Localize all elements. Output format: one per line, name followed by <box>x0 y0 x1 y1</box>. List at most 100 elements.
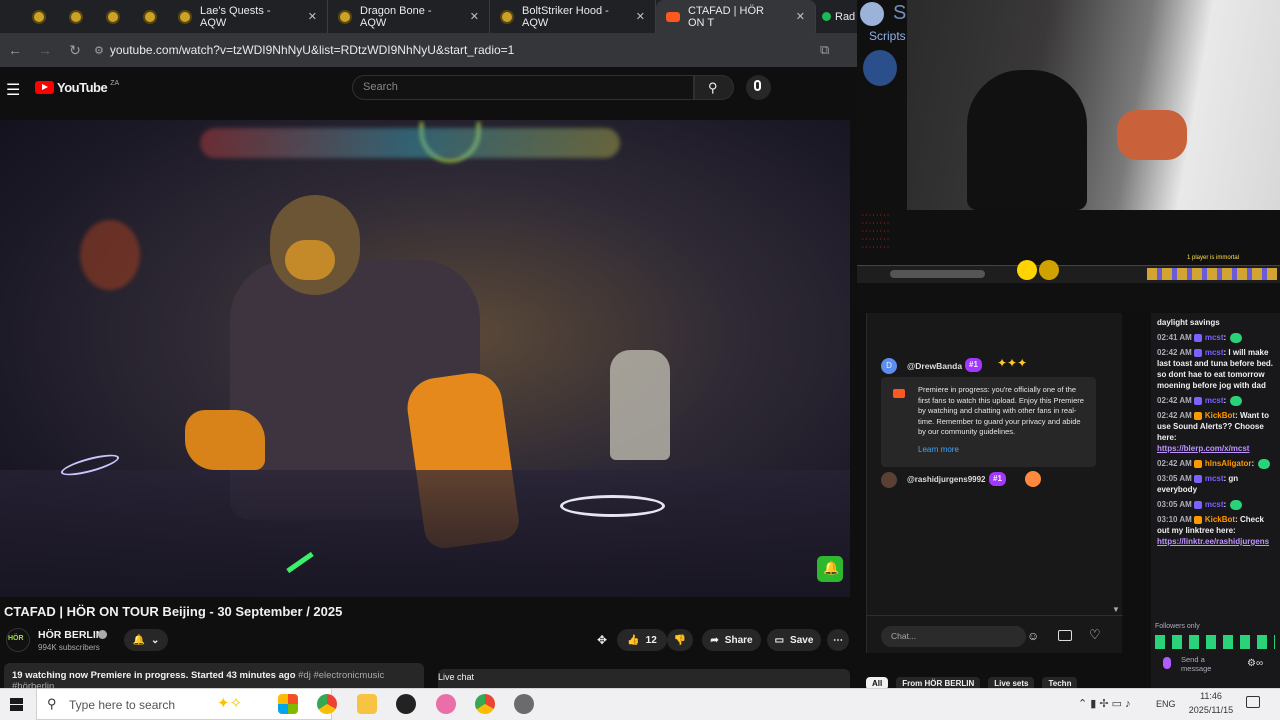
verified-icon <box>98 630 107 639</box>
clock-date[interactable]: 2025/11/15 <box>1186 705 1236 715</box>
extension-icon[interactable]: ✥ <box>597 633 607 647</box>
obs-icon[interactable] <box>396 694 416 714</box>
url-field[interactable]: youtube.com/watch?v=tzWDI9NhNyU&list=RDt… <box>110 43 514 57</box>
copilot-icon[interactable] <box>278 694 298 714</box>
scripts-tab[interactable]: Scripts <box>869 29 906 43</box>
chat-username[interactable]: @DrewBanda <box>907 361 962 371</box>
more-actions-button[interactable]: ⋯ <box>827 629 849 651</box>
learn-more-link[interactable]: Learn more <box>918 445 1088 454</box>
pinned-tab-3[interactable] <box>94 0 131 33</box>
game-menu-icons[interactable] <box>1147 268 1277 280</box>
message-username[interactable]: mcst <box>1205 348 1224 357</box>
pinned-tab-4[interactable] <box>131 0 168 33</box>
chrome-icon[interactable] <box>317 694 337 714</box>
site-info-icon[interactable]: ⚙ <box>94 44 104 57</box>
search-icon: ⚲ <box>708 80 718 95</box>
app-icon[interactable] <box>514 694 534 714</box>
message-link[interactable]: https://blerp.com/x/mcst <box>1157 443 1276 454</box>
message-time: 02:42 AM <box>1157 396 1192 405</box>
subscriber-count: 994K subscribers <box>38 643 100 652</box>
search-input[interactable]: Search <box>352 75 694 100</box>
chat-message: 03:05 AM mcst: <box>1157 499 1276 510</box>
close-tab-icon[interactable]: ✕ <box>796 10 805 23</box>
emoji-picker-icon[interactable]: ☺ <box>1027 629 1039 643</box>
message-username[interactable]: mcst <box>1205 396 1224 405</box>
message-username[interactable]: mcst <box>1205 333 1224 342</box>
back-arrow-icon[interactable]: ← <box>0 42 30 58</box>
aqw-coin-icon <box>105 9 120 24</box>
tab-boltstriker-hood[interactable]: BoltStriker Hood - AQW ✕ <box>490 0 656 33</box>
file-explorer-icon[interactable] <box>357 694 377 714</box>
skill-slot[interactable] <box>1039 260 1059 280</box>
reload-icon[interactable]: ↻ <box>60 42 90 59</box>
message-time: 02:42 AM <box>1157 459 1192 468</box>
turntable-light <box>560 495 665 517</box>
message-username[interactable]: mcst <box>1205 500 1224 509</box>
hamburger-menu-icon[interactable]: ☰ <box>6 80 20 100</box>
live-chat-header[interactable]: Live chat <box>438 669 850 689</box>
message-text: daylight savings <box>1157 318 1220 327</box>
language-indicator[interactable]: ENG <box>1156 699 1176 709</box>
notification-center-icon[interactable] <box>1246 696 1260 708</box>
clock-time[interactable]: 11:46 <box>1186 691 1236 701</box>
windows-start-icon[interactable] <box>10 698 23 711</box>
subscribed-notifications-button[interactable]: 🔔 ⌄ <box>124 629 168 651</box>
voice-search-button[interactable] <box>746 75 771 100</box>
address-bar-row: ← → ↻ ⚙ youtube.com/watch?v=tzWDI9NhNyU&… <box>0 33 860 67</box>
heart-icon[interactable]: ♡ <box>1089 627 1101 643</box>
pinned-tab-1[interactable] <box>20 0 57 33</box>
settings-icon[interactable]: ⚙∞ <box>1247 658 1263 669</box>
app-icon[interactable] <box>436 694 456 714</box>
close-tab-icon[interactable]: ✕ <box>470 10 479 23</box>
message-link[interactable]: https://linktr.ee/rashidjurgens <box>1157 536 1276 547</box>
chat-message: daylight savings <box>1157 317 1276 328</box>
aqw-coin-icon <box>178 9 192 24</box>
cast-icon[interactable]: ⧉ <box>820 42 829 58</box>
save-button[interactable]: ▭ Save <box>767 629 821 651</box>
tab-dragon-bone[interactable]: Dragon Bone - AQW ✕ <box>328 0 490 33</box>
close-tab-icon[interactable]: ✕ <box>636 10 645 23</box>
dislike-button[interactable]: 👎 <box>667 629 693 651</box>
message-username[interactable]: KickBot <box>1205 411 1235 420</box>
tab-laes-quests[interactable]: Lae's Quests - AQW ✕ <box>168 0 328 33</box>
video-player[interactable]: 🔔 <box>0 120 850 597</box>
message-username[interactable]: mcst <box>1205 474 1224 483</box>
like-count: 12 <box>645 634 657 646</box>
send-message-input[interactable]: Send a message <box>1181 655 1221 673</box>
message-username[interactable]: KickBot <box>1205 515 1235 524</box>
emote-bar[interactable] <box>1155 635 1275 649</box>
script-app-letter: S <box>893 2 907 24</box>
close-tab-icon[interactable]: ✕ <box>308 10 317 23</box>
tab-label: Lae's Quests - AQW <box>200 4 271 29</box>
radio-favicon-icon <box>822 12 831 21</box>
notification-bell-button[interactable]: 🔔 <box>817 556 843 582</box>
top-fan-badge: #1 <box>965 358 982 372</box>
colon: : <box>1223 333 1229 342</box>
share-button[interactable]: ➦ Share <box>702 629 761 651</box>
scroll-down-icon[interactable]: ▼ <box>1112 605 1120 614</box>
pinned-tab-2[interactable] <box>57 0 94 33</box>
tab-ctafad-active[interactable]: CTAFAD | HÖR ON T ✕ <box>656 0 816 33</box>
channel-name[interactable]: HÖR BERLIN <box>38 629 103 641</box>
game-status-text: 1 player is immortal <box>1187 255 1240 261</box>
message-time: 02:42 AM <box>1157 411 1192 420</box>
forward-arrow-icon[interactable]: → <box>30 42 60 58</box>
search-button[interactable]: ⚲ <box>694 75 734 100</box>
channel-avatar[interactable]: HÖR <box>6 628 30 652</box>
message-username[interactable]: hlnsAligator <box>1205 459 1252 468</box>
premiere-notice: Premiere in progress: you're officially … <box>881 377 1096 467</box>
bell-icon: 🔔 <box>823 560 840 575</box>
microphone-icon[interactable] <box>1163 657 1171 669</box>
chrome-icon[interactable] <box>475 694 495 714</box>
membership-icon[interactable] <box>1058 630 1072 641</box>
youtube-wordmark: YouTube <box>57 80 108 95</box>
tab-rad[interactable]: Rad <box>816 0 855 33</box>
user-badge-icon <box>1193 333 1202 342</box>
chat-username[interactable]: @rashidjurgens9992 <box>907 475 986 484</box>
stream-capture-panel: S Scripts ········ ········ ········ ······… <box>857 0 1280 312</box>
system-tray-icons[interactable]: ⌃ ▮ ✢ ▭ ♪ <box>1078 697 1131 710</box>
youtube-logo[interactable]: YouTube ZA <box>35 80 119 95</box>
like-button[interactable]: 👍 12 <box>617 629 667 651</box>
chat-input[interactable]: Chat... <box>881 626 1026 647</box>
skill-slot[interactable] <box>1017 260 1037 280</box>
